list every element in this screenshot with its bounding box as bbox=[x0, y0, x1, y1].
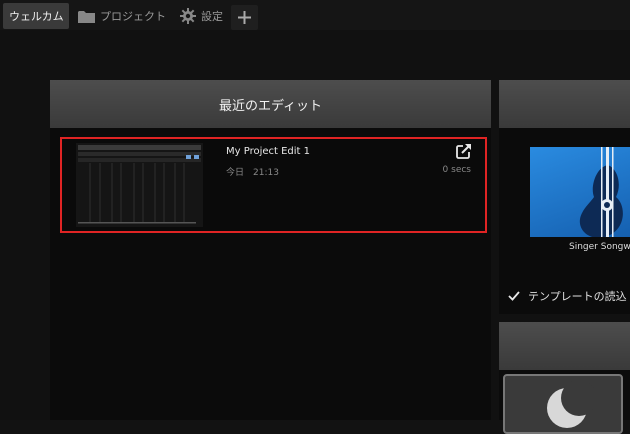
plus-icon bbox=[238, 11, 251, 24]
templates-panel: Singer Songw テンプレートの読込 bbox=[499, 80, 630, 314]
tab-settings[interactable]: 設定 bbox=[179, 3, 223, 29]
external-link-icon[interactable] bbox=[456, 143, 472, 159]
add-tab-button[interactable] bbox=[231, 5, 258, 30]
moon-icon bbox=[547, 380, 597, 428]
edit-date: 今日 21:13 bbox=[226, 168, 279, 178]
load-template-label: テンプレートの読込 bbox=[528, 290, 627, 303]
themes-panel bbox=[499, 322, 630, 434]
theme-card-dark[interactable] bbox=[503, 374, 623, 434]
templates-header bbox=[499, 80, 630, 128]
recent-edits-panel: 最近のエディット My Project Edit 1 今日 21:13 0 se… bbox=[50, 80, 491, 420]
load-template-checkbox[interactable]: テンプレートの読込 bbox=[507, 288, 627, 304]
recent-edits-title: 最近のエディット bbox=[218, 98, 323, 114]
template-card-singer-songwriter[interactable] bbox=[530, 147, 630, 237]
recent-edits-header: 最近のエディット bbox=[50, 80, 491, 128]
gear-icon bbox=[180, 8, 196, 24]
recent-edit-item[interactable]: My Project Edit 1 今日 21:13 0 secs bbox=[60, 137, 487, 233]
folder-icon bbox=[78, 10, 95, 23]
template-card-label: Singer Songw bbox=[569, 242, 630, 252]
thumbnail-preview bbox=[76, 143, 203, 227]
tab-welcome[interactable]: ウェルカム bbox=[3, 3, 69, 29]
edit-duration: 0 secs bbox=[442, 165, 471, 175]
themes-header bbox=[499, 322, 630, 370]
tab-projects[interactable]: プロジェクト bbox=[76, 3, 166, 29]
edit-title: My Project Edit 1 bbox=[226, 146, 311, 157]
guitar-icon bbox=[579, 147, 623, 237]
tab-welcome-label: ウェルカム bbox=[9, 10, 64, 23]
tab-settings-label: 設定 bbox=[201, 10, 223, 23]
tab-projects-label: プロジェクト bbox=[100, 10, 166, 23]
tab-bar: ウェルカム プロジェクト 設定 bbox=[0, 0, 630, 30]
checkmark-icon bbox=[507, 289, 521, 303]
edit-thumbnail bbox=[76, 143, 203, 227]
